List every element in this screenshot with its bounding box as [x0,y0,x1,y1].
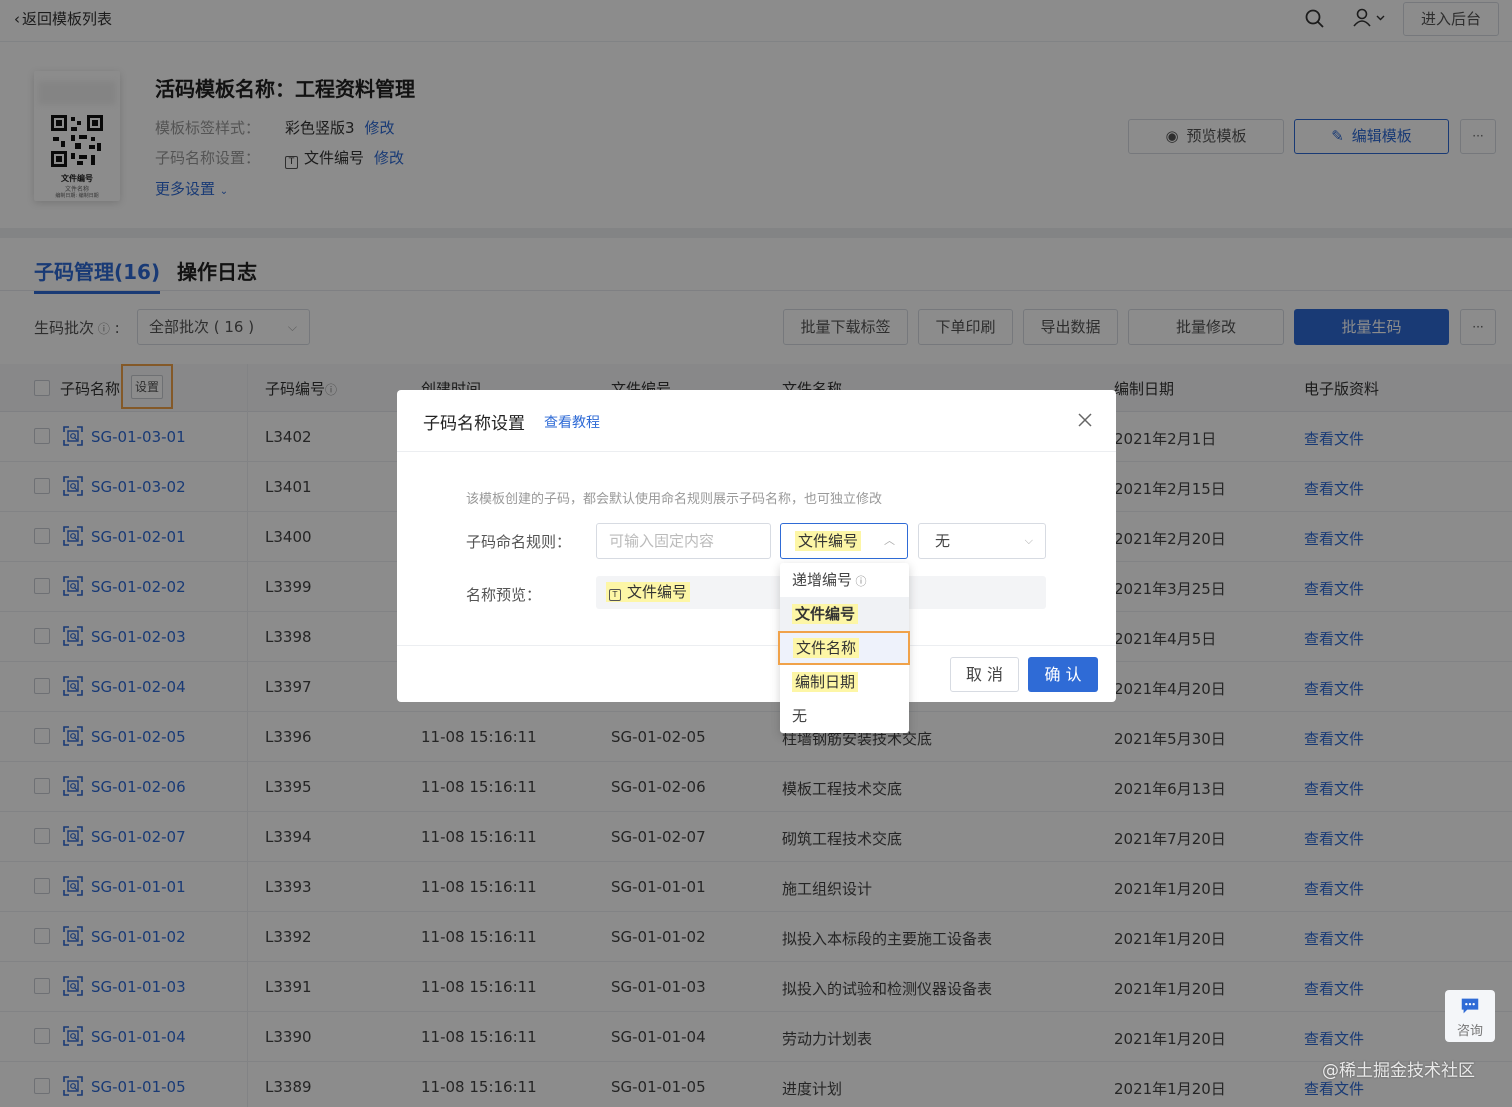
rule-field-select-2[interactable]: 无 ⌵ [918,523,1046,559]
view-tutorial-link[interactable]: 查看教程 [544,412,600,432]
fixed-content-input[interactable]: 可输入固定内容 [596,523,771,559]
dropdown-item-increment[interactable]: 递增编号 ⓘ [780,563,909,597]
chevron-up-icon: ︿ [884,534,895,547]
help-icon: ⓘ [852,575,867,588]
consult-button[interactable]: 咨询 [1445,990,1495,1042]
dropdown-item-label: 递增编号 [792,571,853,589]
chevron-down-icon: ⌵ [1024,534,1033,547]
rule-field-value: 文件编号 [795,531,862,551]
dropdown-item-date[interactable]: 编制日期 [780,665,909,699]
dialog-footer-divider [397,645,1116,646]
dropdown-item-label: 无 [792,707,808,725]
consult-label: 咨询 [1456,1024,1483,1039]
name-preview-label: 名称预览： [466,586,542,604]
cancel-button[interactable]: 取 消 [950,657,1019,692]
watermark: @稀土掘金技术社区 [1322,1061,1475,1081]
name-preview-text: 文件编号 [627,583,688,601]
dropdown-item-label: 文件名称 [793,638,860,658]
confirm-button[interactable]: 确 认 [1028,657,1098,692]
dialog-hint: 该模板创建的子码，都会默认使用命名规则展示子码名称，也可独立修改 [466,492,883,507]
close-icon[interactable] [1073,408,1097,432]
dropdown-item-none[interactable]: 无 [780,699,909,733]
dialog-title: 子码名称设置 [423,414,525,434]
dropdown-item-label: 文件编号 [792,604,859,624]
dropdown-item-file-name[interactable]: 文件名称 [778,631,910,665]
name-preview-value: T 文件编号 [606,582,691,602]
rule-field-2-value: 无 [935,532,951,550]
chat-icon [1461,998,1479,1014]
rule-field-dropdown: 递增编号 ⓘ 文件编号 文件名称 编制日期 无 [778,563,910,733]
field-tag-icon: T [609,589,621,601]
dropdown-item-label: 编制日期 [792,672,859,692]
naming-rule-label: 子码命名规则： [466,533,572,551]
dropdown-item-file-no[interactable]: 文件编号 [780,597,909,631]
subcode-name-setting-dialog: 子码名称设置 查看教程 该模板创建的子码，都会默认使用命名规则展示子码名称，也可… [397,390,1116,702]
rule-field-select[interactable]: 文件编号 ︿ [780,523,908,559]
dialog-divider [397,451,1116,452]
